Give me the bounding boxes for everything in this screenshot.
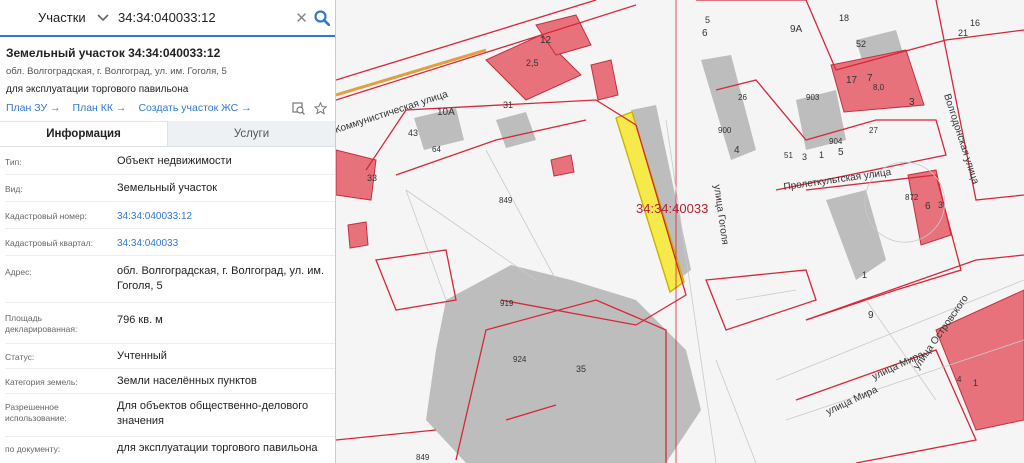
zoom-to-icon[interactable] [291,101,305,115]
plot-label: 900 [718,126,732,135]
plot-label: 35 [576,364,586,374]
clear-icon[interactable]: ✕ [294,8,309,28]
category-select-label: Участки [38,10,86,25]
info-row-status: Статус: Учтенный [5,344,335,369]
info-value: Учтенный [117,350,167,362]
plot-label: 52 [856,39,866,49]
plot-label: 5 [705,15,710,25]
info-row-area: Площадь декларированная: 796 кв. м [5,303,335,344]
plot-label: 51 [784,151,793,160]
info-label: Разрешенное использование: [5,402,67,423]
info-value: Объект недвижимости [117,155,232,167]
highlighted-parcel-label: 34:34:40033 [636,201,708,216]
info-label: Кадастровый номер: [5,211,87,221]
plot-label: 849 [416,453,430,462]
map-canvas[interactable]: Коммунистическая улица Пролеткультская у… [336,0,1024,463]
plot-label: 21 [958,28,968,38]
info-label: Статус: [5,352,35,362]
info-label: Категория земель: [5,377,78,387]
cadastral-number-link[interactable]: 34:34:040033:12 [117,209,329,224]
plot-label: 1 [819,150,824,160]
plot-label: 924 [513,355,527,364]
panel-tabs: Информация Услуги [0,121,335,147]
plot-label: 9 [868,310,874,321]
plot-label: 2,5 [526,58,539,68]
plot-label: 10А [437,107,455,118]
plot-label: 4 [957,375,962,384]
parcel-purpose: для эксплуатации торгового павильона [6,84,189,95]
info-value: Земли населённых пунктов [117,375,257,387]
info-row-permitted-use: Разрешенное использование: Для объектов … [5,394,335,437]
search-bar: Участки ✕ [0,0,335,37]
plot-label: 18 [839,13,849,23]
plot-label: 1 [862,270,867,280]
plot-label: 31 [503,100,513,110]
plot-label: 904 [829,137,843,146]
plot-label: 6 [702,28,708,39]
search-icon [314,9,331,26]
plot-label: 3 [802,152,807,162]
plot-label: 27 [869,126,878,135]
info-value: Земельный участок [117,182,218,194]
info-label: Вид: [5,184,23,194]
search-button[interactable] [309,0,335,36]
info-value: для эксплуатации торгового павильона [117,442,318,454]
star-icon[interactable] [313,101,327,115]
plan-zu-link[interactable]: План ЗУ → [6,102,61,114]
cadastral-quarter-link[interactable]: 34:34:040033 [117,236,329,251]
plot-label: 919 [500,299,514,308]
parcel-title: Земельный участок 34:34:040033:12 [6,46,221,60]
info-row-kind: Вид: Земельный участок [5,175,335,202]
info-label: Адрес: [5,267,32,277]
tab-information[interactable]: Информация [0,121,168,146]
parcel-links: План ЗУ → План КК → Создать участок ЖС → [6,101,327,115]
parcel-header: Земельный участок 34:34:040033:12 обл. В… [0,37,335,115]
plot-label: 33 [367,173,377,183]
tab-services[interactable]: Услуги [168,121,335,146]
info-label: Тип: [5,157,22,167]
plot-label: 5 [838,147,844,158]
info-value: обл. Волгоградская, г. Волгоград, ул. им… [117,265,325,292]
category-select[interactable]: Участки [8,0,110,36]
cadastral-map-app: Участки ✕ Земельный участок 34:34:040033… [0,0,1024,463]
info-value: 796 кв. м [117,314,163,326]
info-row-land-category: Категория земель: Земли населённых пункт… [5,369,335,394]
info-label: Кадастровый квартал: [5,238,93,248]
info-row-address: Адрес: обл. Волгоградская, г. Волгоград,… [5,256,335,303]
plot-label: 3 [909,97,915,108]
plot-label: 1 [973,378,978,388]
plot-label: 3 [938,200,943,210]
info-label: Площадь декларированная: [5,313,78,334]
chevron-down-icon [96,11,110,25]
plot-label: 17 [846,75,858,86]
info-label: по документу: [5,444,61,454]
info-row-cadastral-number: Кадастровый номер: 34:34:040033:12 [5,202,335,229]
info-row-type: Тип: Объект недвижимости [5,147,335,175]
plot-label: 43 [408,128,418,138]
plot-label: 872 [905,193,919,202]
info-table: Тип: Объект недвижимости Вид: Земельный … [0,147,335,463]
info-row-cadastral-quarter: Кадастровый квартал: 34:34:040033 [5,229,335,256]
info-panel: Участки ✕ Земельный участок 34:34:040033… [0,0,336,463]
info-value: Для объектов общественно-делового значен… [117,400,309,427]
plot-label: 26 [738,93,747,102]
plan-kk-link[interactable]: План КК → [73,102,127,114]
plot-label: 64 [432,145,441,154]
plot-label: 903 [806,93,820,102]
plot-label: 12 [540,35,552,46]
plot-label: 8,0 [873,83,885,92]
plot-label: 16 [970,18,980,28]
plot-label: 849 [499,196,513,205]
search-input[interactable] [110,0,294,36]
plot-label: 6 [925,201,931,212]
info-row-by-document: по документу: для эксплуатации торгового… [5,437,335,463]
plot-label: 4 [734,145,740,156]
create-parcel-link[interactable]: Создать участок ЖС → [138,102,251,114]
parcel-address: обл. Волгоградская, г. Волгоград, ул. им… [6,66,227,77]
cadastral-map[interactable]: Коммунистическая улица Пролеткультская у… [336,0,1024,463]
plot-label: 9А [790,24,803,35]
